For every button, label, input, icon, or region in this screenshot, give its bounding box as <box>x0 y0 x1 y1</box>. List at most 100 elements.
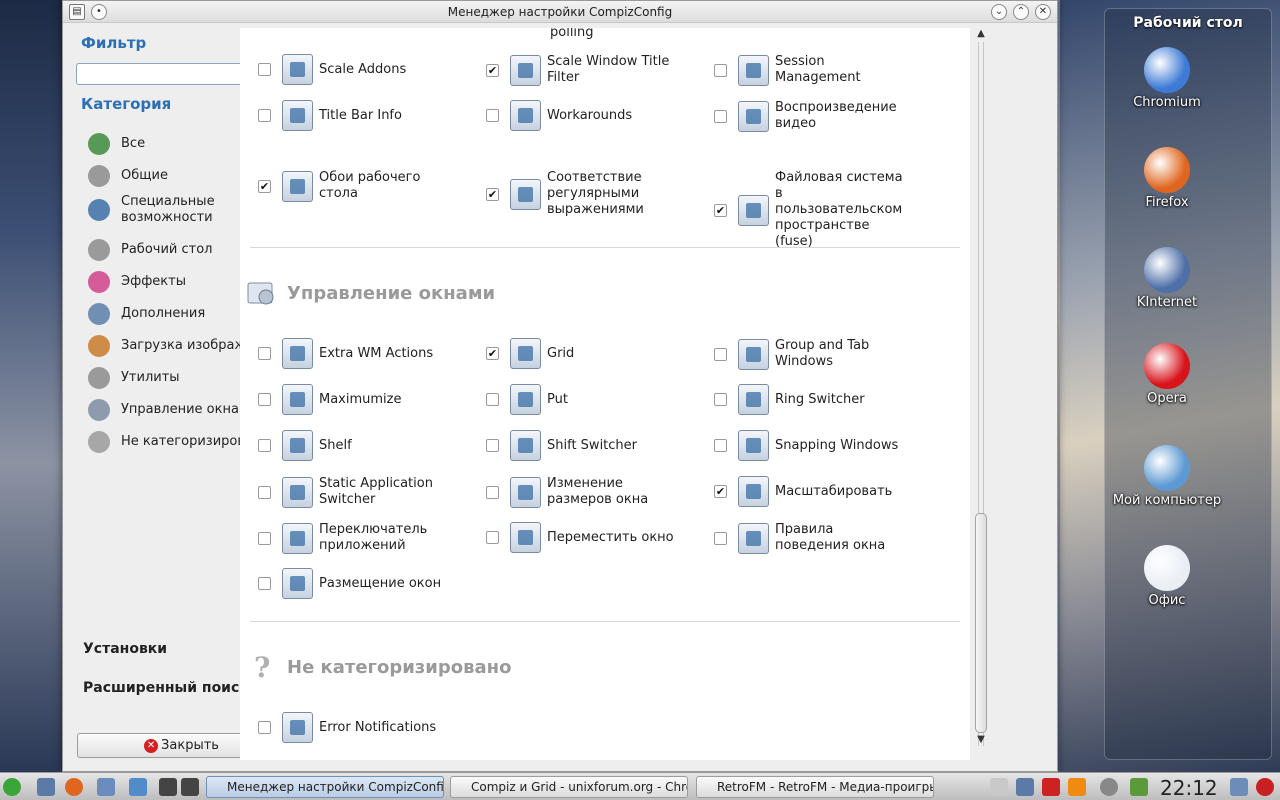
plugin-icon[interactable] <box>510 54 541 86</box>
plugin-checkbox[interactable] <box>714 393 727 406</box>
power-plug-icon[interactable] <box>1042 778 1060 796</box>
plugin-icon[interactable] <box>282 384 313 415</box>
plugin-checkbox[interactable]: ✔ <box>714 485 727 498</box>
taskbar-task[interactable]: RetroFM - RetroFM - Медиа-проигрыватель <box>696 776 934 798</box>
plugin-icon[interactable] <box>282 54 313 85</box>
plugin-checkbox[interactable] <box>486 439 499 452</box>
plugin-label[interactable]: Error Notifications <box>319 720 436 736</box>
scroll-down-icon[interactable]: ▼ <box>975 734 987 745</box>
plugin-label[interactable]: Static Application Switcher <box>319 476 449 508</box>
plugin-checkbox[interactable] <box>714 109 727 123</box>
maximize-button[interactable]: ⌃ <box>1013 4 1029 20</box>
shutdown-icon[interactable] <box>1256 778 1274 796</box>
minimize-button[interactable]: ⌄ <box>991 4 1007 20</box>
plugin-label[interactable]: Group and Tab Windows <box>775 338 910 370</box>
plugin-icon[interactable] <box>738 476 769 507</box>
desktop-shortcut[interactable]: Офис <box>1107 545 1227 608</box>
plugin-icon[interactable] <box>510 178 541 210</box>
plugin-label[interactable]: Обои рабочего стола <box>319 170 449 202</box>
window-menu-icon[interactable]: ▤ <box>69 4 85 20</box>
desktop-shortcut[interactable]: Мой компьютер <box>1107 445 1227 508</box>
clipboard-icon[interactable] <box>990 778 1008 796</box>
application-launcher-icon[interactable] <box>3 778 21 796</box>
show-desktop-icon[interactable] <box>37 778 55 796</box>
plugin-label[interactable]: Shift Switcher <box>547 438 637 454</box>
window-pin-icon[interactable]: • <box>91 4 107 20</box>
plugin-checkbox[interactable]: ✔ <box>258 179 271 193</box>
plugin-label[interactable]: Shelf <box>319 438 352 454</box>
plugin-checkbox[interactable] <box>258 109 271 122</box>
plugin-icon[interactable] <box>282 170 313 202</box>
plugin-icon[interactable] <box>282 338 313 369</box>
taskbar-task[interactable]: Compiz и Grid - unixforum.org - Chromium <box>450 776 688 798</box>
plugin-icon[interactable] <box>282 476 313 508</box>
plugin-checkbox[interactable] <box>714 63 727 77</box>
plugin-icon[interactable] <box>738 100 769 132</box>
plugin-checkbox[interactable] <box>486 109 499 122</box>
plugin-label[interactable]: Правила поведения окна <box>775 522 910 554</box>
clock[interactable]: 22:12 <box>1160 776 1218 800</box>
plugin-icon[interactable] <box>510 338 541 369</box>
plugin-label[interactable]: Воспроизведение видео <box>775 100 910 132</box>
plugin-label[interactable]: Соответствие регулярными выражениями <box>547 170 677 218</box>
package-updater-icon[interactable] <box>1130 778 1148 796</box>
plugin-checkbox[interactable]: ✔ <box>714 203 727 217</box>
plugin-icon[interactable] <box>282 568 313 599</box>
vertical-scrollbar[interactable]: ▲ ▼ <box>972 28 990 760</box>
vlc-tray-icon[interactable] <box>1068 778 1086 796</box>
plugin-checkbox[interactable] <box>258 63 271 76</box>
plugin-checkbox[interactable]: ✔ <box>486 347 499 360</box>
plugin-icon[interactable] <box>510 430 541 461</box>
plugin-icon[interactable] <box>282 430 313 461</box>
desktop-shortcut[interactable]: KInternet <box>1107 247 1227 310</box>
plugin-icon[interactable] <box>510 522 541 553</box>
plugin-label[interactable]: Переключатель приложений <box>319 522 449 554</box>
plugin-label[interactable]: Snapping Windows <box>775 438 898 454</box>
plugin-label[interactable]: Title Bar Info <box>319 108 402 124</box>
pager-desktop-2[interactable] <box>181 778 199 796</box>
plugin-icon[interactable] <box>282 100 313 131</box>
plugin-label[interactable]: Extra WM Actions <box>319 346 433 362</box>
plugin-icon[interactable] <box>510 476 541 508</box>
plugin-label[interactable]: Изменение размеров окна <box>547 476 677 508</box>
plugin-checkbox[interactable] <box>486 393 499 406</box>
plugin-checkbox[interactable] <box>714 439 727 452</box>
plugin-label[interactable]: Размещение окон <box>319 576 441 592</box>
taskbar-task[interactable]: Менеджер настройки CompizConfig <box>206 776 444 798</box>
plugin-icon[interactable] <box>282 712 313 743</box>
plugin-checkbox[interactable] <box>258 485 271 499</box>
scroll-up-icon[interactable]: ▲ <box>975 28 987 39</box>
desktop-shortcut[interactable]: Chromium <box>1107 47 1227 110</box>
firefox-launcher-icon[interactable] <box>65 778 83 796</box>
plugin-icon[interactable] <box>510 100 541 131</box>
plugin-icon[interactable] <box>738 430 769 461</box>
plugin-label[interactable]: Файловая система в пользовательском прос… <box>775 170 910 250</box>
plugin-label[interactable]: Scale Addons <box>319 62 406 78</box>
plugin-checkbox[interactable] <box>258 531 271 545</box>
plugin-label[interactable]: Maximumize <box>319 392 402 408</box>
plugin-label[interactable]: Workarounds <box>547 108 632 124</box>
plugin-label[interactable]: polling <box>550 28 594 41</box>
plugin-icon[interactable] <box>510 384 541 415</box>
window-titlebar[interactable]: ▤ • Менеджер настройки CompizConfig ⌄ ⌃ … <box>63 1 1057 23</box>
plugin-label[interactable]: Session Management <box>775 54 910 86</box>
plugin-label[interactable]: Ring Switcher <box>775 392 865 408</box>
plugin-icon[interactable] <box>738 54 769 86</box>
plugin-icon[interactable] <box>738 522 769 554</box>
close-window-button[interactable]: ✕ <box>1035 4 1051 20</box>
info-icon[interactable] <box>1100 778 1118 796</box>
plugin-icon[interactable] <box>738 194 769 226</box>
plugin-checkbox[interactable] <box>258 721 271 734</box>
plugin-icon[interactable] <box>738 384 769 415</box>
file-manager-launcher-icon[interactable] <box>97 778 115 796</box>
home-launcher-icon[interactable] <box>129 778 147 796</box>
plugin-label[interactable]: Put <box>547 392 568 408</box>
plugin-label[interactable]: Масштабировать <box>775 484 892 500</box>
lock-screen-icon[interactable] <box>1230 778 1248 796</box>
scrollbar-thumb[interactable] <box>975 513 987 733</box>
plugin-checkbox[interactable]: ✔ <box>486 63 499 77</box>
plugin-checkbox[interactable] <box>258 439 271 452</box>
desktop-shortcut[interactable]: Firefox <box>1107 147 1227 210</box>
plugin-checkbox[interactable] <box>486 531 499 544</box>
plugin-checkbox[interactable]: ✔ <box>486 187 499 201</box>
